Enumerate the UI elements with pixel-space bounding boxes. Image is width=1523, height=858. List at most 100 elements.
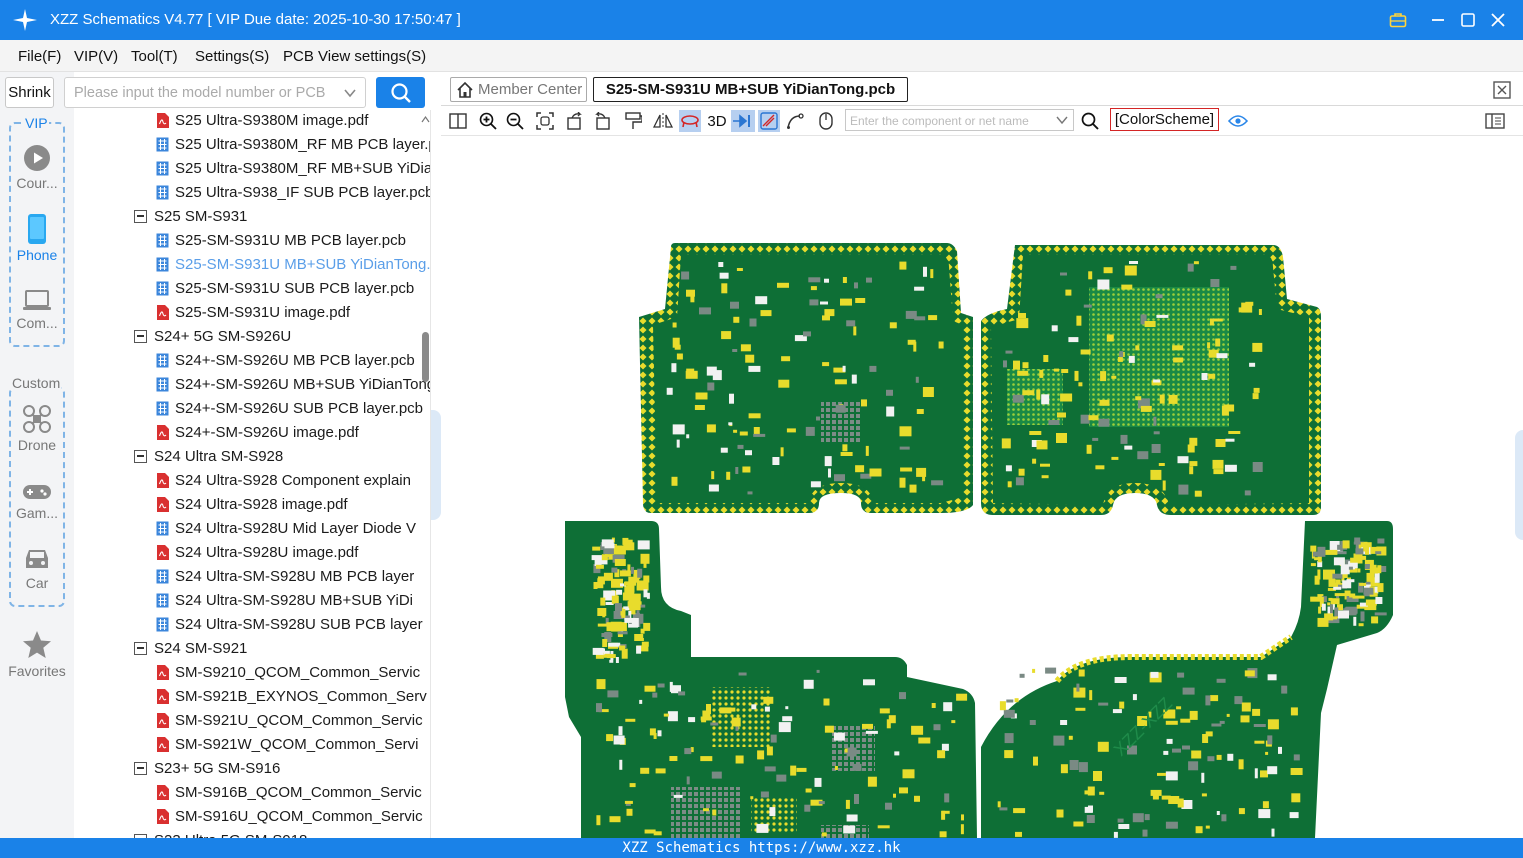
tree-file[interactable]: SM-S921B_EXYNOS_Common_Serv [156, 684, 430, 708]
tree-file[interactable]: S24 Ultra-SM-S928U SUB PCB layer [156, 612, 430, 636]
tree-folder[interactable]: S24 SM-S921 [134, 636, 430, 660]
minimize-button[interactable] [1426, 8, 1450, 32]
component-pad [1178, 484, 1189, 495]
component-pad [1097, 741, 1109, 752]
tree-folder[interactable]: S23+ 5G SM-S916 [134, 756, 430, 780]
zoom-in-icon[interactable] [477, 110, 499, 132]
tree-file[interactable]: S25 Ultra-S9380M_RF MB+SUB YiDianTong.pc… [156, 156, 430, 180]
tree-file[interactable]: SM-S921W_QCOM_Common_Servi [156, 732, 430, 756]
component-pad [824, 278, 829, 283]
chevron-down-icon[interactable] [343, 87, 357, 99]
component-pad [1254, 768, 1258, 779]
zoom-out-icon[interactable] [504, 110, 526, 132]
search-button[interactable] [376, 77, 425, 108]
menu-settings[interactable]: Settings(S) [195, 48, 269, 65]
tree-file[interactable]: S24+-SM-S926U image.pdf [156, 420, 430, 444]
close-all-tabs-icon[interactable] [1493, 81, 1511, 99]
tree-file[interactable]: S25-SM-S931U MB PCB layer.pcb [156, 228, 430, 252]
mouse-mode-icon[interactable] [815, 110, 837, 132]
fit-view-icon[interactable] [534, 110, 556, 132]
collapse-toggle-icon[interactable] [134, 209, 147, 223]
component-pad [643, 559, 647, 568]
tree-file[interactable]: S24+-SM-S926U SUB PCB layer.pcb [156, 396, 430, 420]
component-pad [1075, 707, 1086, 711]
collapse-toggle-icon[interactable] [134, 329, 147, 343]
collapse-toggle-icon[interactable] [134, 641, 147, 655]
format-painter-icon[interactable] [622, 110, 644, 132]
mirror-icon[interactable] [652, 110, 674, 132]
collapse-panel-handle[interactable] [431, 410, 441, 520]
component-pad [1150, 789, 1162, 796]
menu-vip[interactable]: VIP(V) [74, 48, 118, 65]
tree-file[interactable]: S24+-SM-S926U MB+SUB YiDianTong.pcb [156, 372, 430, 396]
sidebar-item-games[interactable]: Gam... [0, 482, 74, 521]
collapse-toggle-icon[interactable] [134, 449, 147, 463]
tree-file[interactable]: S25 Ultra-S9380M_RF MB PCB layer.pcb [156, 132, 430, 156]
tree-file[interactable]: S24 Ultra-SM-S928U MB+SUB YiDi [156, 588, 430, 612]
sidebar-item-phone[interactable]: Phone [0, 214, 74, 263]
briefcase-icon[interactable] [1386, 8, 1410, 32]
sidebar-item-favorites[interactable]: Favorites [0, 630, 74, 679]
tree-file[interactable]: S24 Ultra-S928U Mid Layer Diode V [156, 516, 430, 540]
component-pad [1216, 811, 1220, 815]
layer-toggle-icon[interactable] [758, 110, 780, 132]
tree-file[interactable]: S25 Ultra-S938_IF SUB PCB layer.pcb [156, 180, 430, 204]
tree-file-selected[interactable]: S25-SM-S931U MB+SUB YiDianTong.pcb [156, 252, 430, 276]
tree-file[interactable]: S24+-SM-S926U MB PCB layer.pcb [156, 348, 430, 372]
flip-board-icon[interactable] [679, 110, 701, 132]
sidebar-item-computer[interactable]: Com... [0, 288, 74, 331]
tree-scrollbar[interactable] [420, 110, 431, 838]
tree-file[interactable]: S25 Ultra-S9380M image.pdf [156, 110, 430, 132]
side-panel-icon[interactable] [1484, 110, 1506, 132]
three-d-button[interactable]: 3D [705, 110, 729, 132]
tree-file[interactable]: SM-S921U_QCOM_Common_Servic [156, 708, 430, 732]
component-pad [1212, 459, 1224, 469]
component-pad [626, 808, 633, 816]
sidebar-item-car[interactable]: Car [0, 546, 74, 591]
rotate-right-icon[interactable] [591, 110, 613, 132]
tab-active-pcb[interactable]: S25-SM-S931U MB+SUB YiDianTong.pcb [593, 77, 908, 102]
component-pad [1334, 593, 1346, 597]
tree-file[interactable]: S24 Ultra-S928 Component explain [156, 468, 430, 492]
sidebar-item-drone[interactable]: Drone [0, 404, 74, 453]
menu-file[interactable]: File(F) [18, 48, 61, 65]
bga-chip [1089, 287, 1229, 427]
color-scheme-button[interactable]: [ColorScheme] [1110, 108, 1219, 131]
phone-icon [28, 214, 46, 244]
collapse-toggle-icon[interactable] [134, 761, 147, 775]
tree-file[interactable]: S24 Ultra-SM-S928U MB PCB layer [156, 564, 430, 588]
split-view-icon[interactable] [447, 110, 469, 132]
rotate-left-icon[interactable] [564, 110, 586, 132]
close-button[interactable] [1486, 8, 1510, 32]
model-search-input[interactable]: Please input the model number or PCB [64, 77, 366, 108]
eye-icon[interactable] [1227, 110, 1249, 132]
pcb-canvas[interactable]: XZZ-XZZ [441, 137, 1523, 838]
tree-folder[interactable]: S24 Ultra SM-S928 [134, 444, 430, 468]
component-pad [888, 715, 896, 724]
tree-folder[interactable]: S24+ 5G SM-S926U [134, 324, 430, 348]
sidebar-item-courses[interactable]: Cour... [0, 144, 74, 191]
tree-file[interactable]: S24 Ultra-S928 image.pdf [156, 492, 430, 516]
component-pad [1053, 735, 1065, 746]
tree-file[interactable]: SM-S916U_QCOM_Common_Servic [156, 804, 430, 828]
component-pad [899, 787, 908, 794]
collapse-right-handle[interactable] [1515, 430, 1523, 540]
component-search-input[interactable]: Enter the component or net name [845, 109, 1074, 131]
tree-file[interactable]: S24 Ultra-S928U image.pdf [156, 540, 430, 564]
tree-file[interactable]: S25-SM-S931U SUB PCB layer.pcb [156, 276, 430, 300]
tree-folder[interactable]: S23 Ultra 5G SM-S918 [134, 828, 430, 838]
shrink-button[interactable]: Shrink [5, 77, 54, 108]
maximize-button[interactable] [1456, 8, 1480, 32]
tree-file[interactable]: SM-S9210_QCOM_Common_Servic [156, 660, 430, 684]
draw-line-icon[interactable] [784, 110, 806, 132]
chevron-down-icon[interactable] [1056, 115, 1068, 125]
menu-pcb-view-settings[interactable]: PCB View settings(S) [283, 48, 426, 65]
tab-member-center[interactable]: Member Center [450, 77, 587, 102]
tree-file[interactable]: SM-S916B_QCOM_Common_Servic [156, 780, 430, 804]
component-search-icon[interactable] [1079, 110, 1101, 132]
menu-tool[interactable]: Tool(T) [131, 48, 178, 65]
tree-file[interactable]: S25-SM-S931U image.pdf [156, 300, 430, 324]
tree-folder[interactable]: S25 SM-S931 [134, 204, 430, 228]
highlight-net-icon[interactable] [731, 110, 755, 132]
pdf-file-icon [157, 808, 169, 824]
